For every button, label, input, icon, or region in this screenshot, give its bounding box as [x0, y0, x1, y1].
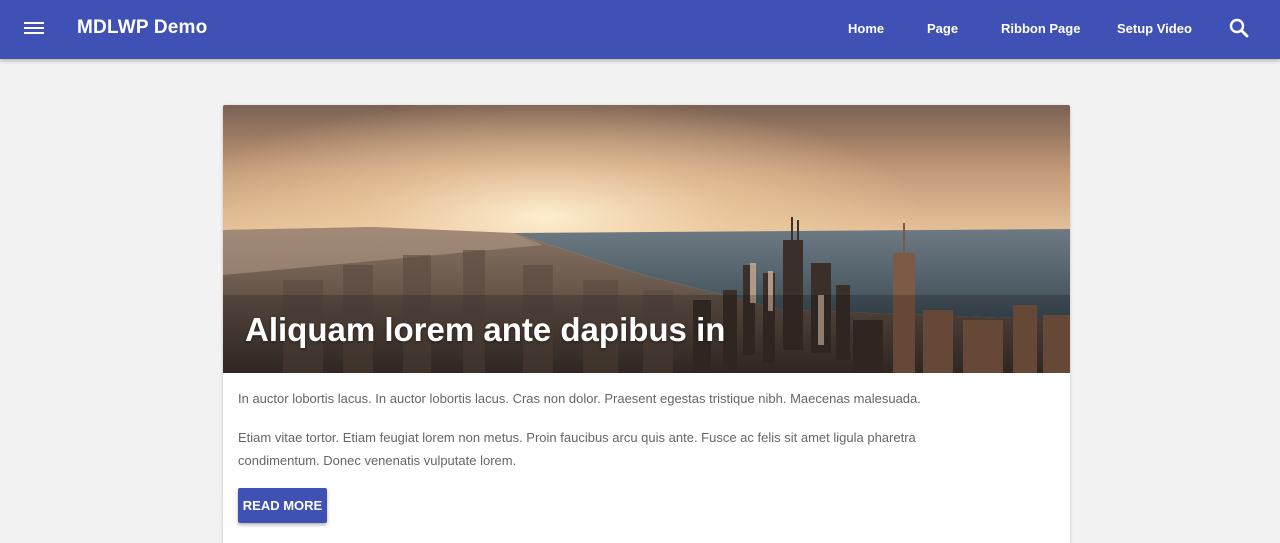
hamburger-menu-icon[interactable] [24, 19, 46, 39]
read-more-button[interactable]: READ MORE [238, 488, 327, 523]
nav-link-setup-video[interactable]: Setup Video [1117, 21, 1192, 36]
post-title[interactable]: Aliquam lorem ante dapibus in [245, 311, 725, 349]
nav-link-home[interactable]: Home [848, 21, 884, 36]
nav-link-page[interactable]: Page [927, 21, 958, 36]
post-featured-image[interactable]: Aliquam lorem ante dapibus in [223, 105, 1070, 373]
search-icon[interactable] [1228, 17, 1250, 39]
nav-link-ribbon-page[interactable]: Ribbon Page [1001, 21, 1080, 36]
post-card: Aliquam lorem ante dapibus in In auctor … [223, 105, 1070, 543]
site-title[interactable]: MDLWP Demo [77, 17, 207, 39]
post-excerpt-paragraph-2: Etiam vitae tortor. Etiam feugiat lorem … [238, 430, 916, 468]
top-app-bar: MDLWP Demo Home Page Ribbon Page Setup V… [0, 0, 1280, 59]
post-excerpt-paragraph-1: In auctor lobortis lacus. In auctor lobo… [238, 391, 921, 406]
